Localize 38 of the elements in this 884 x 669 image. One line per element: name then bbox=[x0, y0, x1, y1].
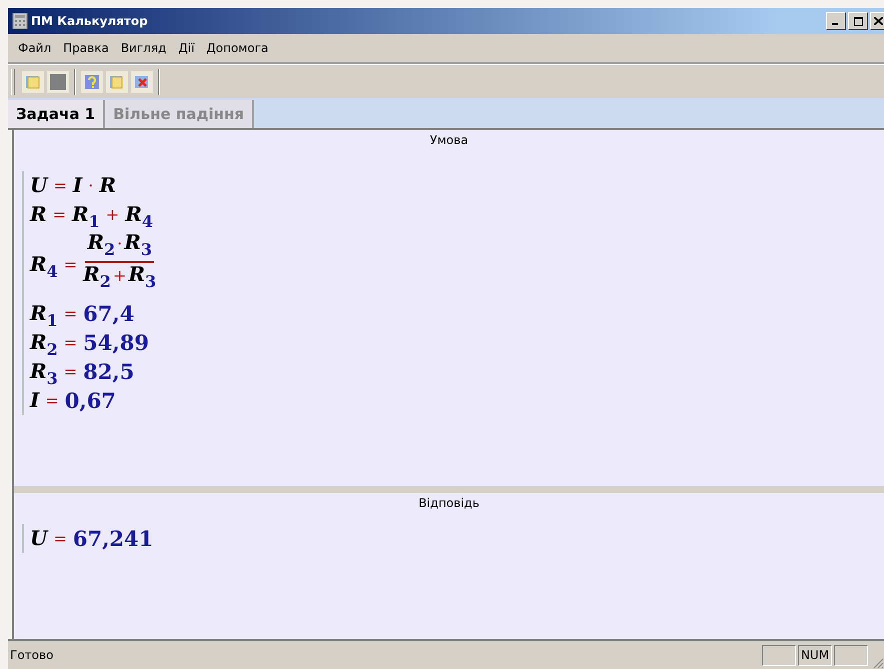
tab[interactable]: Задача 1 bbox=[8, 100, 106, 128]
formula-line: U = I · R bbox=[30, 172, 117, 199]
formula-line: R$_{1}$ = 67,4 bbox=[30, 300, 136, 328]
formula-line: I = 0,67 bbox=[30, 387, 117, 415]
close-icon bbox=[874, 17, 883, 25]
status-panel bbox=[762, 644, 796, 666]
menu-item[interactable]: Правка bbox=[57, 41, 115, 55]
menu-item[interactable]: Дії bbox=[172, 41, 200, 55]
help-icon bbox=[84, 74, 100, 90]
document-icon bbox=[109, 74, 125, 90]
folder-icon bbox=[25, 74, 41, 90]
formula-line: R = R$_{1}$ + R$_{4}$ bbox=[30, 201, 154, 229]
square-icon bbox=[50, 74, 66, 90]
delete-button[interactable] bbox=[131, 70, 153, 92]
window-title: ПМ Калькулятор bbox=[31, 14, 148, 28]
maximize-icon bbox=[854, 16, 862, 26]
formula-line: R$_{2}$ = 54,89 bbox=[30, 329, 150, 357]
status-panel bbox=[834, 644, 868, 666]
minimize-button[interactable] bbox=[826, 12, 846, 30]
formula-line: R$_{3}$ = 82,5 bbox=[30, 358, 136, 386]
resize-grip-icon[interactable] bbox=[872, 657, 884, 669]
formula-line: U = 67,241 bbox=[30, 525, 154, 553]
help-button[interactable] bbox=[81, 70, 103, 92]
maximize-button[interactable] bbox=[848, 12, 868, 30]
blank-button[interactable] bbox=[47, 70, 69, 92]
panel-heading: Умова bbox=[428, 132, 470, 149]
calculator-icon bbox=[12, 13, 28, 29]
delete-icon bbox=[134, 74, 150, 90]
panel-heading: Відповідь bbox=[418, 495, 480, 512]
menu-item[interactable]: Вигляд bbox=[114, 41, 172, 55]
folder-button[interactable] bbox=[22, 70, 44, 92]
formula-line: R$_{4}$ = R$_{2}$·R$_{3}$ R$_{2}$+R$_{3}$ bbox=[30, 229, 156, 293]
menu-item[interactable]: Допомога bbox=[200, 41, 274, 55]
menu-item[interactable]: Файл bbox=[12, 41, 58, 55]
status-panel: NUM bbox=[798, 644, 832, 666]
close-button[interactable] bbox=[870, 12, 884, 30]
document-button[interactable] bbox=[106, 70, 128, 92]
status-text: Готово bbox=[9, 648, 54, 662]
